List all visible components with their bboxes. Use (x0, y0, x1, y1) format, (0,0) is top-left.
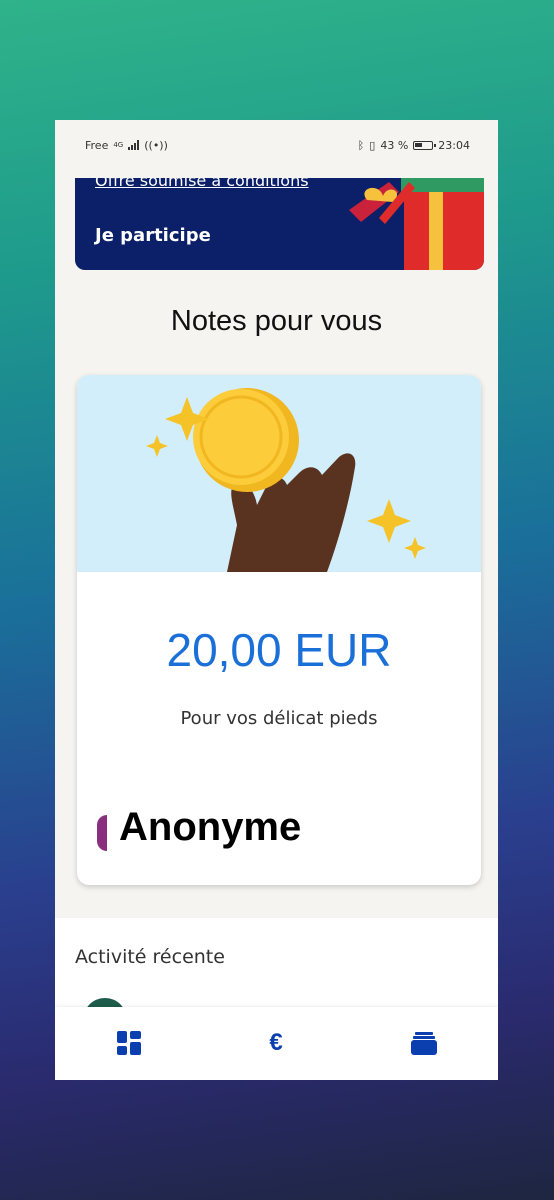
nav-payments[interactable]: € (262, 1029, 290, 1057)
sender-avatar (97, 815, 107, 851)
dashboard-icon (117, 1031, 141, 1055)
promo-banner[interactable]: Offre soumise à conditions Je participe (75, 178, 484, 270)
clock: 23:04 (438, 138, 470, 152)
note-amount: 20,00 EUR (166, 624, 392, 676)
status-left: Free 4G ((•)) (85, 139, 168, 152)
notes-section-title: Notes pour vous (170, 305, 383, 337)
sender-name: Anonyme (119, 805, 302, 849)
carrier-label: Free (85, 138, 109, 152)
battery-percent: 43 % (380, 138, 409, 152)
nav-wallet[interactable] (410, 1029, 438, 1057)
participate-button[interactable]: Je participe (95, 225, 211, 246)
network-type: 4G (113, 141, 124, 149)
recent-activity-title: Activité récente (75, 946, 225, 968)
bluetooth-icon: ᛒ (357, 138, 365, 152)
note-card[interactable]: 20,00 EUR Pour vos délicat pieds Anonyme (77, 375, 481, 885)
hotspot-icon: ((•)) (144, 138, 168, 152)
signal-icon (128, 140, 140, 150)
bottom-navigation: € (55, 1007, 498, 1080)
gift-icon (349, 178, 484, 270)
status-right: ᛒ ▯ 43 % 23:04 (358, 139, 470, 152)
wallet-icon (411, 1032, 437, 1055)
vibrate-icon: ▯ (369, 138, 376, 152)
phone-screen: Free 4G ((•)) ᛒ ▯ 43 % 23:04 Offre soumi… (55, 120, 498, 1080)
note-message: Pour vos délicat pieds (180, 708, 378, 729)
euro-icon: € (269, 1029, 283, 1056)
status-bar: Free 4G ((•)) ᛒ ▯ 43 % 23:04 (55, 120, 498, 170)
hand-coin-icon (146, 388, 426, 572)
terms-link[interactable]: Offre soumise à conditions (95, 178, 309, 190)
nav-dashboard[interactable] (115, 1029, 143, 1057)
battery-icon (413, 140, 437, 150)
coin-illustration (77, 375, 481, 572)
